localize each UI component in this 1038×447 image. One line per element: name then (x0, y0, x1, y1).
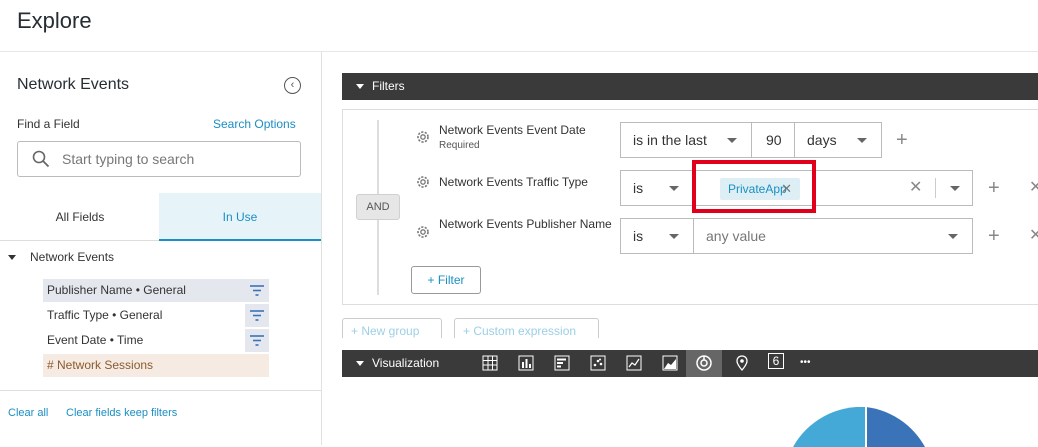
operator-select[interactable]: is (620, 218, 694, 254)
chevron-down-icon (948, 234, 958, 239)
annotation-highlight-box (692, 160, 816, 213)
single-value-icon[interactable]: 6 (768, 353, 784, 369)
field-event-date[interactable]: Event Date • Time (43, 329, 269, 352)
plus-icon: + (427, 273, 438, 287)
gear-icon[interactable] (415, 129, 431, 145)
clear-icon[interactable]: ✕ (909, 177, 922, 197)
unit-value: days (807, 132, 837, 148)
operator-value: is (633, 180, 644, 196)
field-group-label: Network Events (30, 250, 115, 264)
add-condition-icon[interactable]: + (988, 226, 1000, 246)
filter-label-traffic-type: Network Events Traffic Type (439, 175, 588, 189)
value-input[interactable]: 90 (751, 122, 795, 158)
filter-name: Network Events Event Date (439, 123, 586, 137)
add-filter-button[interactable]: + Filter (411, 266, 481, 294)
filter-icon[interactable] (245, 329, 269, 352)
field-picker-panel: Network Events ‹ Find a Field Search Opt… (0, 52, 322, 445)
plus-icon: + (351, 324, 362, 338)
field-search-box[interactable] (17, 141, 301, 177)
explore-title: Network Events (17, 76, 130, 93)
custom-expression-button[interactable]: + Custom expression (454, 318, 599, 338)
field-publisher-name[interactable]: Publisher Name • General (43, 279, 269, 302)
value-placeholder: any value (706, 228, 766, 244)
chevron-down-icon (669, 186, 679, 191)
operator-value: is in the last (633, 132, 707, 148)
operator-value: is (633, 228, 644, 244)
search-icon (32, 150, 50, 168)
visualization-bar-title: Visualization (372, 356, 440, 370)
line-chart-icon[interactable] (624, 353, 644, 373)
pie-chart-icon[interactable] (686, 350, 722, 377)
bar-chart-icon[interactable] (552, 353, 572, 373)
add-filter-label: Filter (437, 273, 465, 287)
gear-icon[interactable] (415, 174, 431, 190)
add-condition-icon[interactable]: + (988, 178, 1000, 198)
filter-icon[interactable] (245, 304, 269, 327)
top-bar: Explore (0, 0, 1038, 52)
chevron-down-icon (727, 138, 737, 143)
field-traffic-type[interactable]: Traffic Type • General (43, 304, 269, 327)
clear-fields-keep-filters-link[interactable]: Clear fields keep filters (66, 407, 177, 419)
gear-icon[interactable] (415, 224, 431, 240)
chevron-down-icon (857, 138, 867, 143)
scatter-icon[interactable] (588, 353, 608, 373)
filter-label-event-date: Network Events Event Date Required (439, 123, 586, 153)
chevron-down-icon (356, 84, 364, 90)
add-condition-icon[interactable]: + (896, 130, 908, 150)
find-field-label: Find a Field (17, 117, 80, 131)
and-toggle-button[interactable]: AND (356, 194, 400, 220)
page-title: Explore (17, 8, 92, 33)
custom-expression-label: Custom expression (473, 324, 577, 338)
field-search-input[interactable] (62, 150, 282, 168)
clear-all-link[interactable]: Clear all (8, 407, 48, 419)
unit-select[interactable]: days (794, 122, 882, 158)
dropdown-toggle[interactable] (936, 170, 973, 206)
new-group-button[interactable]: + New group (342, 318, 442, 338)
remove-filter-icon[interactable]: ✕ (1029, 178, 1038, 198)
chevron-down-icon (669, 234, 679, 239)
operator-select[interactable]: is in the last (620, 122, 752, 158)
chevron-down-icon (8, 255, 16, 261)
donut-segment-b (793, 407, 866, 447)
search-options-link[interactable]: Search Options (213, 117, 296, 131)
main-area: Filters AND Network Events Event Date Re… (322, 52, 1038, 447)
filter-icon[interactable] (245, 279, 269, 302)
map-pin-icon[interactable] (732, 353, 752, 373)
remove-filter-icon[interactable]: ✕ (1029, 226, 1038, 246)
filters-bar[interactable]: Filters (342, 73, 1038, 100)
area-chart-icon[interactable] (660, 353, 680, 373)
plus-icon: + (463, 324, 474, 338)
new-group-label: New group (361, 324, 420, 338)
filter-label-publisher-name: Network Events Publisher Name (439, 217, 612, 231)
donut-segment-a (866, 407, 925, 447)
divider (0, 390, 322, 391)
field-tabs: All Fields In Use (0, 193, 322, 241)
donut-chart-preview (793, 407, 925, 447)
filters-panel: AND Network Events Event Date Required i… (342, 109, 1038, 305)
required-label: Required (439, 140, 480, 151)
filters-bar-title: Filters (372, 79, 405, 93)
tab-in-use[interactable]: In Use (159, 193, 321, 241)
more-icon[interactable]: ••• (800, 353, 822, 373)
field-network-sessions[interactable]: # Network Sessions (43, 354, 269, 377)
column-chart-icon[interactable] (516, 353, 536, 373)
field-group-network-events[interactable]: Network Events (8, 250, 114, 264)
chevron-down-icon (950, 186, 960, 191)
table-icon[interactable] (480, 353, 500, 373)
tab-all-fields[interactable]: All Fields (0, 193, 160, 241)
collapse-panel-icon[interactable]: ‹ (284, 77, 301, 94)
operator-select[interactable]: is (620, 170, 694, 206)
value-select[interactable]: any value (693, 218, 973, 254)
chevron-down-icon (356, 361, 364, 367)
